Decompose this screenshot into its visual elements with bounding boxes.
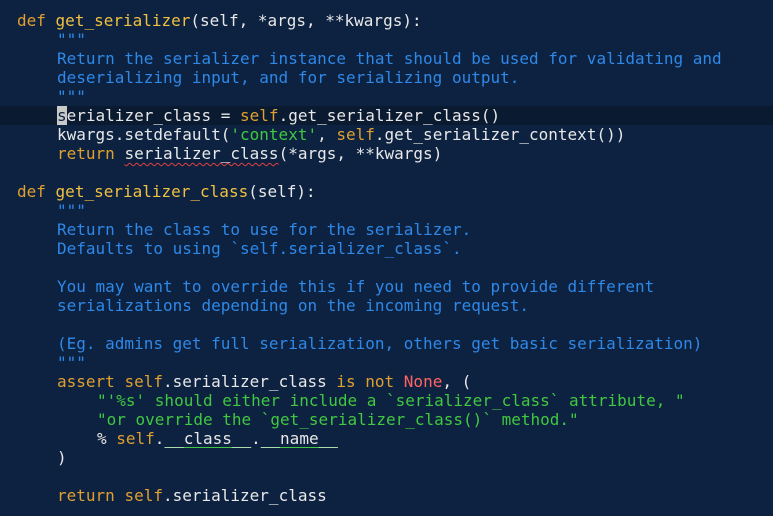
string-literal: "or override the `get_serializer_class()… (97, 410, 579, 429)
code-editor[interactable]: def get_serializer(self, *args, **kwargs… (0, 0, 773, 516)
docstring: """ (57, 353, 86, 372)
keyword: def (17, 11, 46, 30)
code-line: assert self.serializer_class is not None… (57, 372, 472, 391)
code-line: Return the serializer instance that shou… (0, 49, 773, 68)
string-literal: "'%s' should either include a `serialize… (97, 391, 685, 410)
docstring: Return the serializer instance that shou… (57, 49, 722, 68)
keyword: def (17, 182, 46, 201)
code-line: return serializer_class(*args, **kwargs) (57, 144, 443, 163)
code-line: kwargs.setdefault('context', self.get_se… (57, 125, 626, 144)
docstring: """ (57, 30, 86, 49)
docstring: """ (57, 201, 86, 220)
code-line: (Eg. admins get full serialization, othe… (0, 334, 773, 353)
docstring: (Eg. admins get full serialization, othe… (57, 334, 703, 353)
code-line: serializations depending on the incoming… (0, 296, 773, 315)
code-line: You may want to override this if you nee… (0, 277, 773, 296)
current-line: serializer_class = self.get_serializer_c… (0, 106, 773, 125)
docstring: deserializing input, and for serializing… (57, 68, 520, 87)
text-cursor: s (57, 106, 67, 125)
keyword: return (57, 144, 115, 163)
code-line: return self.serializer_class (57, 486, 327, 505)
none-constant: None (403, 372, 443, 391)
docstring: """ (57, 87, 86, 106)
code-line: "'%s' should either include a `serialize… (0, 391, 773, 410)
function-name: get_serializer (55, 11, 191, 30)
keyword: is not (336, 372, 395, 391)
docstring: serializations depending on the incoming… (57, 296, 530, 315)
docstring: You may want to override this if you nee… (57, 277, 655, 296)
code-line: def get_serializer_class(self): (17, 182, 316, 201)
code-line: """ (0, 87, 773, 106)
code-line: def get_serializer(self, *args, **kwargs… (17, 11, 422, 30)
string-literal: 'context' (230, 125, 318, 144)
lint-error-squiggle: serializer_class (124, 144, 279, 163)
code-line: """ (0, 201, 773, 220)
code-line: """ (0, 30, 773, 49)
keyword: assert (57, 372, 115, 391)
code-line: deserializing input, and for serializing… (0, 68, 773, 87)
code-line: % self.__class__.__name__ (97, 429, 338, 448)
code-line: "or override the `get_serializer_class()… (0, 410, 773, 429)
code-line: """ (0, 353, 773, 372)
docstring: Defaults to using `self.serializer_class… (57, 239, 462, 258)
code-line: ) (57, 448, 67, 467)
keyword: return (57, 486, 115, 505)
function-name: get_serializer_class (55, 182, 249, 201)
docstring: Return the class to use for the serializ… (57, 220, 472, 239)
code-line: Defaults to using `self.serializer_class… (0, 239, 773, 258)
code-line: Return the class to use for the serializ… (0, 220, 773, 239)
